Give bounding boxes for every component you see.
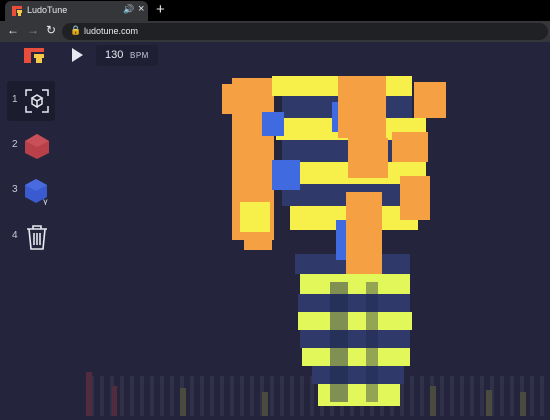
address-bar[interactable]: 🔒 ludotune.com — [62, 23, 548, 40]
tool-rotate[interactable]: 1 — [0, 81, 60, 121]
ludotune-app: 130 BPM 1 2 3 γ 4 — [0, 42, 550, 420]
trash-icon[interactable] — [23, 223, 51, 251]
lock-icon[interactable]: 🔒 — [70, 25, 81, 36]
forward-arrow-icon[interactable]: → — [27, 23, 39, 37]
tool-number: 3 — [12, 184, 18, 195]
speaker-icon[interactable]: 🔊 — [123, 4, 134, 15]
tool-blue-cube[interactable]: 3 γ — [0, 171, 60, 211]
url-text: ludotune.com — [84, 26, 139, 36]
play-icon[interactable] — [72, 48, 83, 62]
tool-number: 2 — [12, 139, 18, 150]
browser-toolbar: ← → ↻ 🔒 ludotune.com — [0, 21, 550, 42]
rotate-view-icon[interactable] — [23, 87, 51, 115]
tab-title: LudoTune — [27, 5, 68, 15]
voxel-scene[interactable] — [0, 42, 550, 420]
voxel-tower-top — [222, 76, 446, 274]
tool-delete[interactable]: 4 — [0, 217, 60, 257]
blue-cube-icon[interactable]: γ — [23, 177, 51, 205]
tool-number: 4 — [12, 230, 18, 241]
tool-red-cube[interactable]: 2 — [0, 126, 60, 166]
browser-tab-strip: LudoTune 🔊 × + — [0, 0, 550, 21]
red-cube-icon[interactable] — [23, 132, 51, 160]
ludotune-favicon-icon — [12, 6, 22, 16]
back-arrow-icon[interactable]: ← — [7, 23, 19, 37]
plus-icon[interactable]: + — [156, 1, 165, 18]
bpm-unit-label: BPM — [130, 51, 149, 60]
voxel-tower-base — [295, 254, 412, 406]
reload-icon[interactable]: ↻ — [46, 23, 56, 37]
tool-number: 1 — [12, 94, 18, 105]
ludotune-logo-icon[interactable] — [24, 48, 44, 63]
bpm-control[interactable]: 130 BPM — [96, 45, 158, 66]
browser-tab[interactable]: LudoTune 🔊 × — [5, 1, 148, 21]
svg-text:γ: γ — [43, 197, 48, 205]
close-icon[interactable]: × — [138, 3, 144, 15]
bpm-value[interactable]: 130 — [105, 49, 123, 61]
